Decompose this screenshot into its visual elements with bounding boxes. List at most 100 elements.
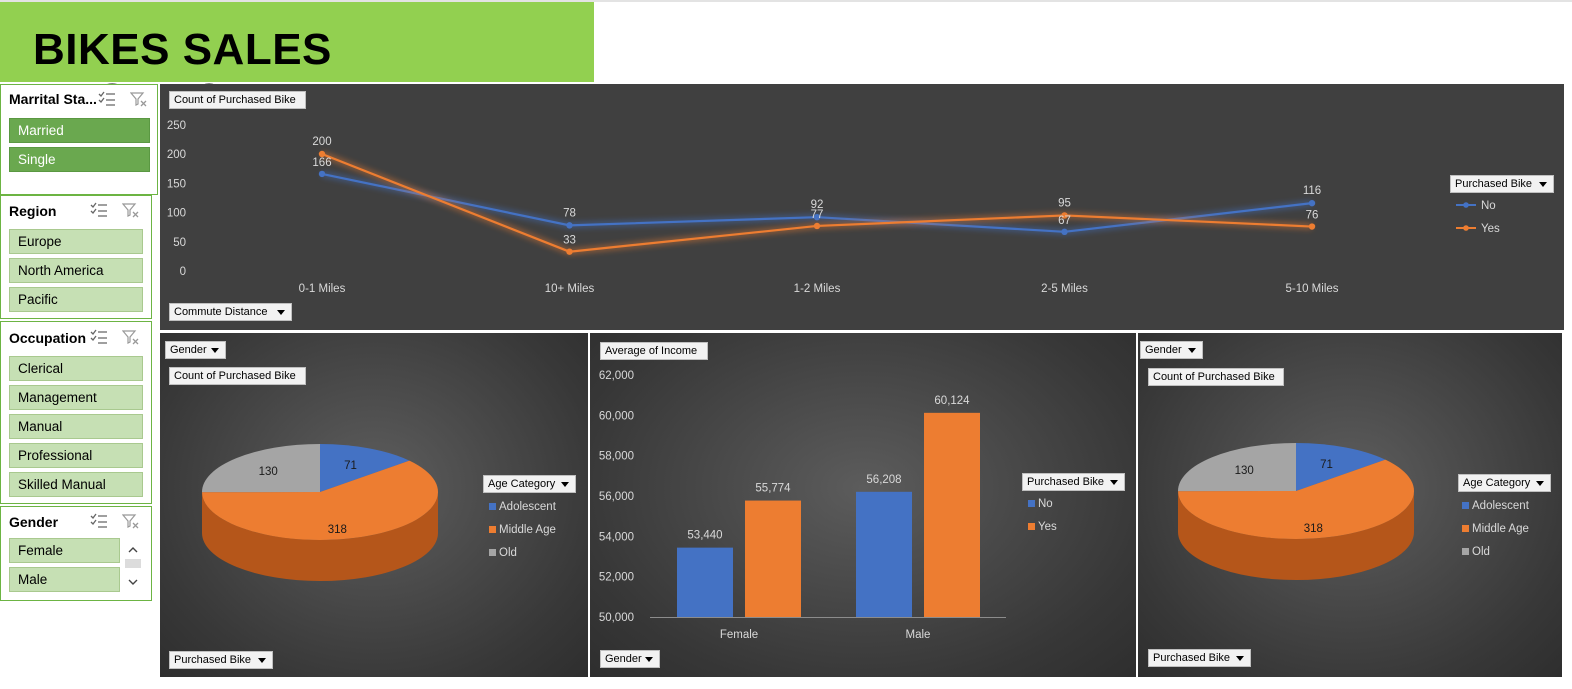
axis-field-label: Purchased Bike — [1153, 652, 1231, 664]
multi-select-icon[interactable] — [98, 91, 116, 107]
slicer-item-clerical[interactable]: Clerical — [9, 356, 143, 381]
data-point — [1308, 199, 1316, 207]
slicer-item-north-america[interactable]: North America — [9, 258, 143, 283]
dropdown-arrow-icon[interactable] — [1110, 480, 1118, 485]
value-field-label: Count of Purchased Bike — [174, 94, 296, 106]
data-label: 130 — [1235, 465, 1254, 477]
legend-swatch — [1028, 500, 1035, 507]
slicer-header: Occupation — [9, 330, 87, 346]
slicer-item-skilled-manual[interactable]: Skilled Manual — [9, 472, 143, 497]
legend-field-label: Age Category — [488, 478, 556, 490]
slicer-item-europe[interactable]: Europe — [9, 229, 143, 254]
slicer-scrollbar[interactable] — [122, 538, 144, 593]
legend-label: Adolescent — [1472, 500, 1530, 512]
value-field-button[interactable]: Count of Purchased Bike — [1148, 368, 1284, 386]
legend-marker — [1463, 202, 1469, 208]
slicer-marital-status[interactable]: Marrital Sta... Married Single — [0, 84, 158, 195]
legend-swatch — [489, 526, 496, 533]
multi-select-icon[interactable] — [90, 329, 108, 345]
data-point — [1308, 223, 1316, 230]
slicer-item-single[interactable]: Single — [9, 147, 150, 172]
clear-filter-icon[interactable] — [122, 513, 140, 529]
slicer-item-professional[interactable]: Professional — [9, 443, 143, 468]
axis-field-button[interactable]: Purchased Bike — [1148, 649, 1251, 667]
slicer-region[interactable]: Region Europe North America Pacific — [0, 195, 152, 319]
legend-label: Old — [1472, 546, 1490, 558]
data-point — [566, 222, 573, 229]
data-point — [566, 248, 573, 255]
dropdown-arrow-icon[interactable] — [1188, 348, 1196, 353]
value-field-button[interactable]: Count of Purchased Bike — [169, 91, 306, 109]
dropdown-arrow-icon[interactable] — [645, 657, 653, 662]
dropdown-arrow-icon[interactable] — [561, 482, 569, 487]
data-label: 53,440 — [687, 530, 722, 542]
x-tick-label: Female — [720, 629, 758, 641]
legend-field-button[interactable]: Age Category — [483, 475, 576, 493]
clear-filter-icon[interactable] — [122, 202, 140, 218]
scrollbar-thumb[interactable] — [125, 559, 141, 568]
filter-field-button[interactable]: Gender — [1140, 341, 1203, 359]
dropdown-arrow-icon[interactable] — [1536, 481, 1544, 486]
data-label: 60,124 — [934, 395, 970, 407]
data-label: 67 — [1058, 215, 1071, 227]
legend-swatch — [489, 549, 496, 556]
slicer-item-management[interactable]: Management — [9, 385, 143, 410]
clear-filter-icon[interactable] — [130, 91, 148, 107]
y-tick-label: 56,000 — [599, 491, 634, 503]
pie-chart-age-category-right[interactable]: 71 318 130 Adolescent Middle Age Old Gender C… — [1138, 333, 1562, 677]
slicer-item-manual[interactable]: Manual — [9, 414, 143, 439]
value-field-label: Count of Purchased Bike — [174, 370, 296, 382]
slicer-item-married[interactable]: Married — [9, 118, 150, 143]
axis-field-button[interactable]: Commute Distance — [169, 303, 292, 321]
line-chart-commute-distance[interactable]: 0 50 100 150 200 250 0-1 Miles 10+ Miles 1-2 Mil… — [160, 84, 1564, 330]
dropdown-arrow-icon[interactable] — [1236, 656, 1244, 661]
y-tick-label: 150 — [167, 178, 186, 190]
filter-field-label: Gender — [1145, 344, 1182, 356]
bar-yes-female — [745, 500, 801, 617]
legend-swatch — [489, 503, 496, 510]
data-label: 71 — [1320, 459, 1333, 471]
legend-field-button[interactable]: Purchased Bike — [1022, 473, 1125, 491]
x-tick-label: Male — [906, 629, 931, 641]
dropdown-arrow-icon[interactable] — [258, 658, 266, 663]
chevron-up-icon[interactable] — [128, 547, 138, 553]
data-label: 55,774 — [755, 483, 791, 495]
clear-filter-icon[interactable] — [122, 329, 140, 345]
bar-chart-average-income[interactable]: 50,000 52,000 54,000 56,000 58,000 60,000 62,0… — [590, 333, 1136, 677]
multi-select-icon[interactable] — [90, 202, 108, 218]
line-chart-svg: 0 50 100 150 200 250 0-1 Miles 10+ Miles 1-2 Mil… — [167, 120, 1500, 295]
slicer-occupation[interactable]: Occupation Clerical Management Manual Pr… — [0, 321, 152, 504]
axis-field-button[interactable]: Gender — [600, 650, 660, 668]
slicer-item-pacific[interactable]: Pacific — [9, 287, 143, 312]
legend-swatch — [1462, 525, 1469, 532]
legend-label: No — [1481, 200, 1496, 212]
axis-field-label: Commute Distance — [174, 306, 268, 318]
data-label: 166 — [312, 157, 331, 169]
data-label: 200 — [312, 136, 331, 148]
legend-field-button[interactable]: Age Category — [1458, 474, 1551, 492]
axis-field-button[interactable]: Purchased Bike — [169, 651, 273, 669]
legend-field-label: Purchased Bike — [1027, 476, 1105, 488]
legend-label: Adolescent — [499, 501, 557, 513]
slicer-gender[interactable]: Gender Female Male — [0, 506, 152, 601]
data-point — [318, 170, 326, 178]
y-tick-label: 200 — [167, 149, 186, 161]
y-tick-label: 50 — [173, 237, 186, 249]
multi-select-icon[interactable] — [90, 513, 108, 529]
slicer-item-female[interactable]: Female — [9, 538, 120, 563]
slicer-item-male[interactable]: Male — [9, 567, 120, 592]
value-field-label: Average of Income — [605, 345, 698, 357]
x-tick-label: 2-5 Miles — [1041, 283, 1088, 295]
legend-field-button[interactable]: Purchased Bike — [1450, 175, 1554, 193]
dropdown-arrow-icon[interactable] — [211, 348, 219, 353]
filter-field-button[interactable]: Gender — [165, 341, 226, 359]
dropdown-arrow-icon[interactable] — [277, 310, 285, 315]
pie-chart-age-category-left[interactable]: 71 318 130 Adolescent Middle Age Old Gender C… — [160, 333, 588, 677]
slicer-header: Marrital Sta... — [9, 91, 97, 107]
value-field-button[interactable]: Average of Income — [600, 342, 708, 360]
data-point — [1061, 228, 1068, 236]
dropdown-arrow-icon[interactable] — [1539, 182, 1547, 187]
value-field-button[interactable]: Count of Purchased Bike — [169, 367, 306, 385]
data-label: 77 — [811, 209, 824, 221]
chevron-down-icon[interactable] — [128, 579, 138, 585]
